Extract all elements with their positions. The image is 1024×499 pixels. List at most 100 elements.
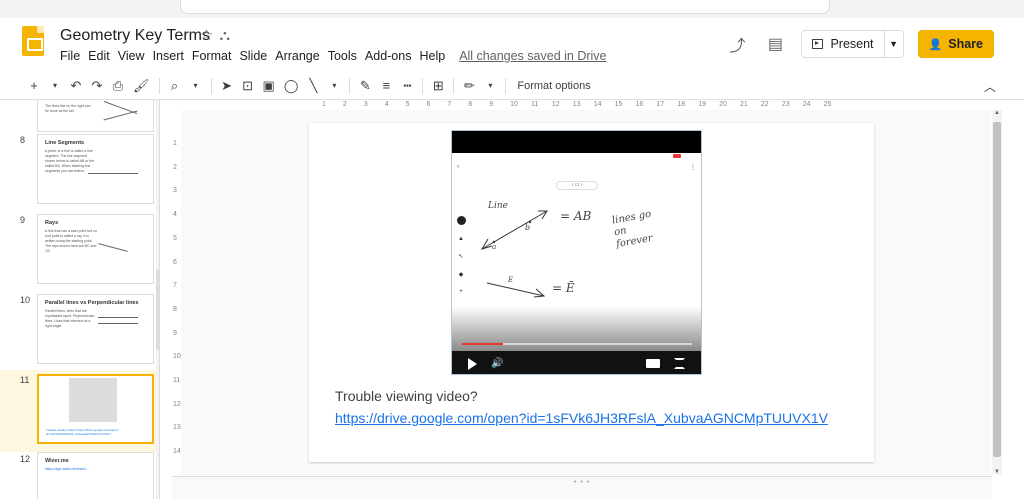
border-weight-icon[interactable]: ≡ [380,78,392,93]
play-icon[interactable] [468,357,477,370]
menu-tools[interactable]: Tools [328,49,357,63]
slide-caption: Trouble viewing video? [335,388,478,404]
menu-edit[interactable]: Edit [88,49,110,63]
video-drive-link[interactable]: https://drive.google.com/open?id=1sFVk6J… [335,410,828,426]
ruler-tick-label: 6 [173,258,177,266]
toolbar-divider [453,77,455,94]
document-title[interactable]: Geometry Key Terms [60,27,210,45]
volume-icon[interactable]: 🔊 [491,358,503,369]
new-slide-icon[interactable]: + [28,78,40,93]
ruler-tick-label: 7 [447,101,452,108]
video-controls: 🔊 [452,351,701,374]
collapse-menus-icon[interactable]: ︿ [984,78,996,95]
line-icon[interactable]: ╲ [307,78,319,94]
format-options-button[interactable]: Format options [517,80,590,92]
fullscreen-icon[interactable] [674,358,685,369]
ruler-tick-label: 17 [656,101,665,108]
ruler-tick-label: 15 [614,101,623,108]
video-progress-bar[interactable] [462,343,692,345]
filmstrip-scrollbar[interactable] [156,100,159,499]
captions-icon[interactable] [646,359,660,368]
menu-view[interactable]: View [118,49,145,63]
filmstrip-slide-active[interactable]: 11 Trouble viewing video? https://drive.… [0,370,156,452]
filmstrip-slide[interactable]: 12 Wizer.me https://app.wizer.me/learn/.… [0,452,156,499]
slide-thumbnail[interactable]: The lines like on the right can be done … [37,100,154,132]
filmstrip-slide[interactable]: 9 Rays A line that has a start point but… [0,210,156,290]
filmstrip-slide[interactable]: 8 Line Segments A piece of a line is cal… [0,130,156,210]
ruler-tick-label: 14 [593,101,602,108]
canvas-scroll-thumb[interactable] [993,122,1001,457]
comments-icon[interactable]: ▤ [763,32,787,56]
scroll-up-icon[interactable]: ▲ [992,110,1002,116]
ruler-tick-label: 8 [173,305,177,313]
ruler-tick-label: 10 [173,353,181,361]
pen-dropdown-icon[interactable]: ▾ [484,81,496,90]
present-dropdown-icon[interactable]: ▼ [885,39,903,49]
undo-icon[interactable]: ↶ [70,78,82,94]
ruler-tick-label: 21 [740,101,748,108]
scroll-down-icon[interactable]: ▼ [992,469,1002,475]
toolbar-divider [210,77,212,94]
menu-insert[interactable]: Insert [153,49,184,63]
canvas-scrollbar[interactable]: ▲ ▼ [992,110,1002,475]
select-cursor-icon[interactable]: ➤ [221,78,233,94]
slide-thumbnail[interactable]: Trouble viewing video? https://drive.goo… [37,374,154,444]
new-slide-dropdown-icon[interactable]: ▾ [49,81,61,90]
slide-editor[interactable]: ‹ ⋮ ‹ ▭ › ▲ ↖ ◆ + Line b a = AB lines go… [309,123,874,462]
title-actions: ☆⛬ [200,26,236,44]
browser-top-strip [0,0,1024,18]
ray-arrow [533,288,546,298]
zoom-dropdown-icon[interactable]: ▾ [190,81,202,90]
print-icon[interactable]: ⎙ [112,78,124,94]
ruler-tick-label: 19 [698,101,706,108]
ruler-tick-label: 23 [781,101,790,108]
speaker-notes-divider[interactable]: • • • [172,476,992,499]
thumbnail-line [98,317,138,318]
filmstrip-slide[interactable]: 10 Parallel lines vs Perpendicular lines… [0,290,156,370]
slides-logo-icon[interactable] [22,26,44,56]
menu-file[interactable]: File [60,49,80,63]
filmstrip-scroll-thumb[interactable] [156,270,159,350]
share-button[interactable]: 👤 Share [917,30,994,58]
pen-icon[interactable]: ✏ [463,78,475,94]
menu-arrange[interactable]: Arrange [275,49,319,63]
activity-dashboard-icon[interactable]: ⤴ [725,32,749,56]
save-status[interactable]: All changes saved in Drive [459,49,606,63]
thumbnail-video [69,378,117,422]
slide-thumbnail[interactable]: Wizer.me https://app.wizer.me/learn/... [37,452,154,499]
zoom-icon[interactable]: ⌕ [169,78,181,94]
border-color-icon[interactable]: ✎ [359,78,371,94]
slide-thumbnail[interactable]: Parallel lines vs Perpendicular lines Pa… [37,294,154,364]
star-icon[interactable]: ☆ [200,27,219,44]
ruler-tick-label: 11 [173,377,181,384]
insert-comment-icon[interactable]: ⊞ [432,78,444,94]
embedded-video[interactable]: ‹ ⋮ ‹ ▭ › ▲ ↖ ◆ + Line b a = AB lines go… [451,130,702,375]
slide-thumbnail[interactable]: Line Segments A piece of a line is calle… [37,134,154,204]
redo-icon[interactable]: ↷ [91,78,103,94]
app-header: Geometry Key Terms ☆⛬ File Edit View Ins… [0,18,1024,70]
slide-thumbnail[interactable]: Rays A line that has a start point but n… [37,214,154,284]
thumbnail-body: The lines like on the right can be done … [45,104,91,113]
thumbnail-line [88,173,138,174]
slide-filmstrip: The lines like on the right can be done … [0,100,160,499]
ruler-tick-label: 4 [173,211,177,219]
handwriting-line-label: Line [488,201,508,211]
ruler-tick-label: 20 [719,101,727,108]
browser-url-bar[interactable] [180,0,830,14]
menu-addons[interactable]: Add-ons [365,49,412,63]
line-dropdown-icon[interactable]: ▾ [328,81,340,90]
image-icon[interactable]: ▣ [263,78,275,94]
menu-slide[interactable]: Slide [239,49,267,63]
border-dash-icon[interactable]: ┅ [401,78,413,94]
slide-number: 9 [20,215,26,225]
menu-help[interactable]: Help [419,49,445,63]
shape-icon[interactable]: ◯ [284,78,299,94]
paint-format-icon[interactable]: 🖌 [133,78,150,94]
present-button[interactable]: Present [802,31,885,57]
text-box-icon[interactable]: ⊡ [242,78,254,94]
handwriting-eq1: = AB [560,209,592,223]
menu-format[interactable]: Format [192,49,232,63]
move-to-drive-icon[interactable]: ⛬ [219,27,236,44]
drag-handle-icon[interactable]: • • • [574,479,590,486]
thumbnail-body: A line that has a start point but no end… [45,229,97,253]
